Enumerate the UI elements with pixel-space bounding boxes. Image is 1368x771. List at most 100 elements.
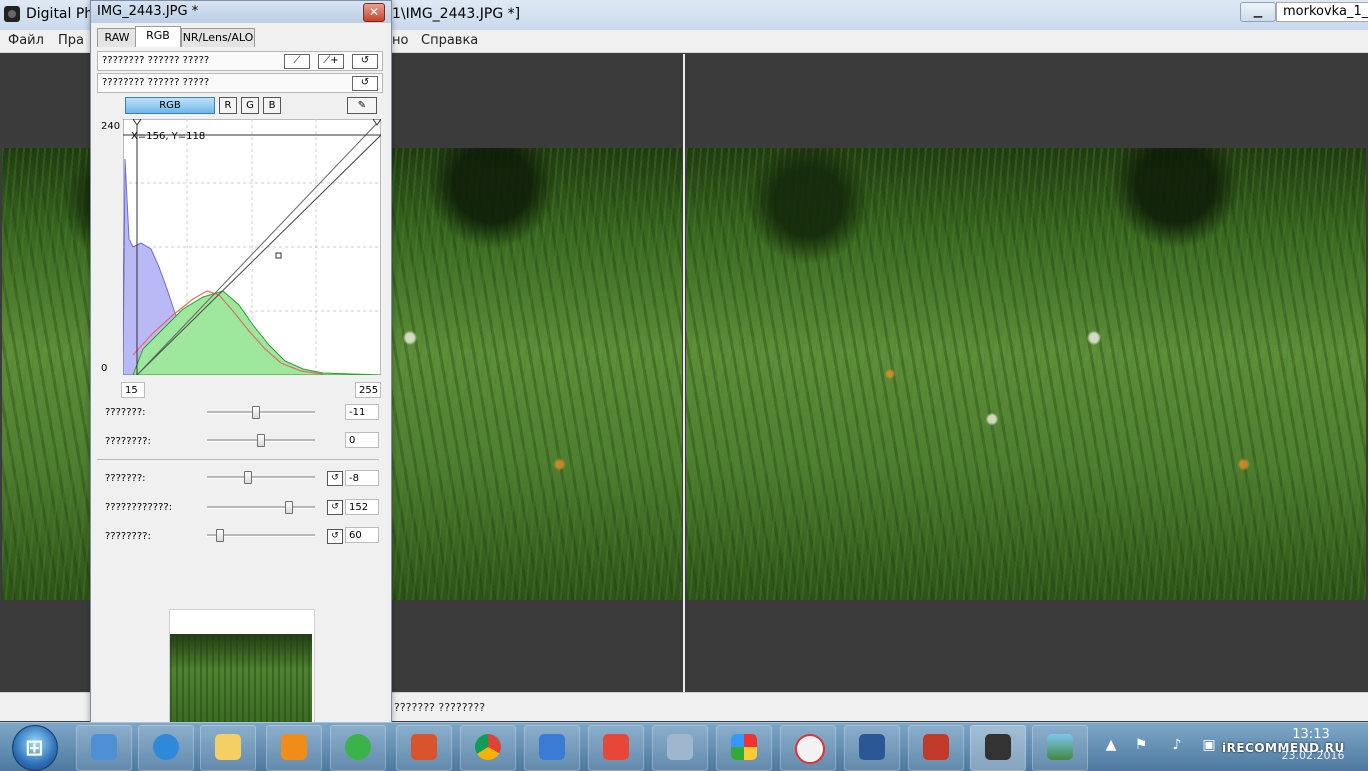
palette-close-button[interactable]: ✕ (363, 3, 385, 22)
calculator-icon (667, 734, 693, 760)
curve-control-point[interactable] (275, 252, 282, 259)
word-icon (859, 734, 885, 760)
taskbar-network-app[interactable] (330, 725, 386, 771)
slider-thumb[interactable] (216, 529, 224, 542)
taskbar-image-editor[interactable] (908, 725, 964, 771)
palette-title: IMG_2443.JPG * (97, 4, 199, 19)
slider-thumb[interactable] (244, 471, 252, 484)
slider-track[interactable] (207, 406, 315, 419)
yandex-icon (603, 734, 629, 760)
tab-rgb[interactable]: RGB (135, 26, 181, 47)
palette-separator (97, 459, 379, 460)
channel-r-button[interactable]: R (219, 97, 237, 114)
menu-edit[interactable]: Пра (58, 33, 84, 48)
camera-icon (985, 734, 1011, 760)
taskbar-ie[interactable] (138, 725, 194, 771)
slider-value-field[interactable]: -8 (345, 470, 379, 486)
slider-thumb[interactable] (257, 434, 265, 447)
taskbar-yandex[interactable] (588, 725, 644, 771)
curve-reset-icon[interactable]: ↺ (352, 54, 378, 69)
folder-icon (215, 734, 241, 760)
app-title: Digital Ph (26, 6, 94, 22)
tone-preset-row: ???????? ?????? ????? ↺ (97, 73, 383, 93)
taskbar-chrome[interactable] (460, 725, 516, 771)
palette-title-bar[interactable]: IMG_2443.JPG * ✕ (91, 1, 391, 23)
slider-thumb[interactable] (285, 501, 293, 514)
eyedropper-icon[interactable]: ✎ (347, 97, 377, 114)
tab-nr-lens-alo[interactable]: NR/Lens/ALO (181, 28, 255, 47)
slider-track[interactable] (207, 471, 315, 484)
slider-track[interactable] (207, 434, 315, 447)
photo-viewer-icon (1047, 734, 1073, 760)
slider-track[interactable] (207, 501, 315, 514)
slider-label: ???????: (105, 407, 146, 418)
tray-expand-icon[interactable]: ▲ (1102, 737, 1120, 755)
start-button[interactable]: ⊞ (12, 725, 58, 771)
windows-logo-icon: ⊞ (25, 736, 44, 761)
tone-preset-row-label: ???????? ?????? ????? (102, 77, 210, 88)
menu-file[interactable]: Файл (8, 33, 44, 48)
curve-add-icon[interactable]: ⟋+ (318, 54, 344, 69)
navigator-thumbnail[interactable] (170, 634, 312, 724)
slider-value-field[interactable]: 0 (345, 432, 379, 448)
taskbar-word[interactable] (844, 725, 900, 771)
tab-raw[interactable]: RAW (97, 28, 137, 47)
slider-label: ????????: (105, 531, 151, 542)
taskbar: ⊞ ▲ ⚑ ♪ ▣ iRECOMMEND.RU 13:13 23.02.2016 (0, 722, 1368, 771)
slider-reset-icon[interactable]: ↺ (327, 529, 343, 544)
slider-label: ???????: (105, 473, 146, 484)
channel-rgb-button[interactable]: RGB (125, 97, 215, 114)
yandex-browser-icon (795, 734, 825, 764)
media-player-icon (281, 734, 307, 760)
navigator-panel (169, 609, 315, 725)
taskbar-photo-viewer[interactable] (1032, 725, 1088, 771)
taskbar-powerpoint-viewer[interactable] (396, 725, 452, 771)
slider-track[interactable] (207, 529, 315, 542)
taskbar-media-player[interactable] (266, 725, 322, 771)
network-signal-icon (345, 734, 371, 760)
tone-curve-histogram[interactable]: X=156, Y=118 (123, 119, 381, 375)
menu-help[interactable]: Справка (421, 33, 478, 48)
curve-auto-icon[interactable]: ⟋ (284, 54, 310, 69)
histogram-axis-max: 240 (101, 121, 121, 132)
input-low-field[interactable]: 15 (121, 382, 145, 398)
curve-readout: X=156, Y=118 (131, 131, 205, 142)
tool-palette: IMG_2443.JPG * ✕ RAW RGB NR/Lens/ALO ???… (90, 0, 392, 725)
tone-curve-row: ???????? ?????? ????? ⟋ ⟋+ ↺ (97, 51, 383, 71)
document-title: 1\IMG_2443.JPG *] (392, 6, 521, 22)
taskbar-digital-photo[interactable] (970, 725, 1026, 771)
slider-value-field[interactable]: 152 (345, 499, 379, 515)
input-high-field[interactable]: 255 (355, 382, 381, 398)
slider-thumb[interactable] (252, 406, 260, 419)
minimize-button[interactable]: ▁ (1240, 2, 1276, 22)
clock-date[interactable]: 23.02.2016 (1268, 749, 1358, 762)
action-center-icon[interactable]: ⚑ (1132, 737, 1150, 755)
photo-after[interactable] (686, 148, 1366, 600)
mail-icon (539, 734, 565, 760)
slider-label: ????????: (105, 436, 151, 447)
slider-value-field[interactable]: 60 (345, 527, 379, 543)
taskbar-explorer[interactable] (200, 725, 256, 771)
channel-g-button[interactable]: G (241, 97, 259, 114)
histogram-panel: 240 0 X=156, Y=118 (97, 117, 381, 377)
taskbar-calculator[interactable] (652, 725, 708, 771)
slider-reset-icon[interactable]: ↺ (327, 471, 343, 486)
taskbar-paint-app[interactable] (716, 725, 772, 771)
split-divider[interactable] (683, 54, 685, 692)
channel-b-button[interactable]: B (263, 97, 281, 114)
taskbar-yandex-browser[interactable] (780, 725, 836, 771)
clock-time[interactable]: 13:13 (1276, 727, 1346, 742)
volume-icon[interactable]: ♪ (1168, 737, 1186, 755)
chrome-icon (475, 734, 501, 760)
network-icon[interactable]: ▣ (1200, 737, 1218, 755)
image-editor-icon (923, 734, 949, 760)
taskbar-speaker-app[interactable] (76, 725, 132, 771)
preset-reset-icon[interactable]: ↺ (352, 76, 378, 91)
histogram-axis-min: 0 (101, 363, 108, 374)
slider-reset-icon[interactable]: ↺ (327, 500, 343, 515)
menu-window[interactable]: но (392, 33, 408, 48)
slider-value-field[interactable]: -11 (345, 404, 379, 420)
taskbar-mail[interactable] (524, 725, 580, 771)
user-label: morkovka_1_ (1276, 2, 1368, 22)
speaker-icon (91, 734, 117, 760)
